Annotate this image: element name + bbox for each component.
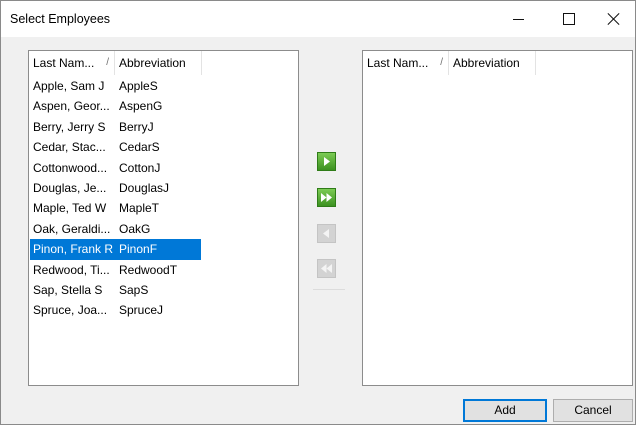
move-all-left-button[interactable] <box>317 259 336 278</box>
cell-last-name: Pinon, Frank R <box>33 242 113 257</box>
list-item[interactable]: Spruce, Joa... SpruceJ <box>29 300 298 320</box>
sort-indicator-icon: / <box>106 57 109 68</box>
move-all-right-button[interactable] <box>317 188 336 207</box>
minimize-icon <box>512 18 524 20</box>
cell-last-name: Oak, Geraldi... <box>33 221 111 236</box>
move-all-right-icon <box>321 193 332 202</box>
column-header-label: Last Nam... <box>367 56 429 70</box>
cell-last-name: Douglas, Je... <box>33 180 107 195</box>
cell-last-name: Aspen, Geor... <box>33 99 110 114</box>
cell-last-name: Spruce, Joa... <box>33 303 108 318</box>
separator <box>313 289 345 290</box>
move-left-button[interactable] <box>317 224 336 243</box>
column-header-label: Abbreviation <box>453 56 520 70</box>
available-employees-list[interactable]: Last Nam... / Abbreviation Apple, Sam JA… <box>28 50 299 386</box>
title-bar[interactable]: Select Employees <box>1 1 635 37</box>
minimize-button[interactable] <box>495 1 541 37</box>
list-header: Last Nam... / Abbreviation <box>363 51 632 76</box>
cell-last-name: Cottonwood... <box>33 160 108 175</box>
list-item[interactable]: Redwood, Ti... RedwoodT <box>29 260 298 280</box>
maximize-button[interactable] <box>546 1 592 37</box>
move-left-icon <box>323 229 329 238</box>
column-header-last-name[interactable]: Last Nam... / <box>29 51 115 75</box>
cell-last-name: Cedar, Stac... <box>33 140 106 155</box>
select-employees-dialog: Select Employees Last Nam... / Abbreviat… <box>0 0 636 425</box>
column-header-abbreviation[interactable]: Abbreviation <box>449 51 536 75</box>
cell-abbreviation: MapleT <box>119 201 160 216</box>
cell-abbreviation: DouglasJ <box>119 180 170 195</box>
cell-abbreviation: PinonF <box>119 242 158 257</box>
window-title: Select Employees <box>10 12 111 26</box>
cancel-button[interactable]: Cancel <box>553 399 633 422</box>
selected-employees-list[interactable]: Last Nam... / Abbreviation <box>362 50 633 386</box>
sort-indicator-icon: / <box>440 57 443 68</box>
list-rows: Apple, Sam J AppleS Aspen, Geor... AspenG Be… <box>29 76 298 321</box>
maximize-icon <box>563 13 575 25</box>
column-header-label: Abbreviation <box>119 56 186 70</box>
column-header-last-name[interactable]: Last Nam... / <box>363 51 449 75</box>
move-all-left-icon <box>321 264 332 273</box>
cell-abbreviation: BerryJ <box>119 119 154 134</box>
list-item[interactable]: Cottonwood... CottonJ <box>29 158 298 178</box>
list-item[interactable]: Berry, Jerry S BerryJ <box>29 117 298 137</box>
list-item[interactable]: Aspen, Geor... AspenG <box>29 96 298 116</box>
list-item[interactable]: Douglas, Je... DouglasJ <box>29 178 298 198</box>
list-item[interactable]: Cedar, Stac... CedarS <box>29 137 298 157</box>
move-right-icon <box>324 157 330 166</box>
list-item[interactable]: Apple, Sam J AppleS <box>29 76 298 96</box>
cell-abbreviation: RedwoodT <box>119 262 178 277</box>
column-header-label: Last Nam... <box>33 56 95 70</box>
move-right-button[interactable] <box>317 152 336 171</box>
list-item[interactable]: Oak, Geraldi... OakG <box>29 219 298 239</box>
cell-abbreviation: CedarS <box>119 140 160 155</box>
cell-last-name: Redwood, Ti... <box>33 262 110 277</box>
cell-abbreviation: OakG <box>119 221 151 236</box>
list-item[interactable]: Pinon, Frank R PinonF <box>29 239 298 260</box>
cell-last-name: Sap, Stella S <box>33 282 103 297</box>
cell-abbreviation: SpruceJ <box>119 303 164 318</box>
column-header-abbreviation[interactable]: Abbreviation <box>115 51 202 75</box>
cell-last-name: Apple, Sam J <box>33 79 105 93</box>
cell-abbreviation: SapS <box>119 282 149 297</box>
cell-last-name: Maple, Ted W <box>33 201 107 216</box>
cell-abbreviation: AppleS <box>119 79 158 93</box>
cell-abbreviation: CottonJ <box>119 160 161 175</box>
list-header: Last Nam... / Abbreviation <box>29 51 298 76</box>
add-button[interactable]: Add <box>463 399 547 422</box>
list-item[interactable]: Maple, Ted W MapleT <box>29 198 298 218</box>
cell-last-name: Berry, Jerry S <box>33 119 106 134</box>
close-icon <box>607 12 621 26</box>
list-item[interactable]: Sap, Stella S SapS <box>29 280 298 300</box>
cell-abbreviation: AspenG <box>119 99 163 114</box>
close-button[interactable] <box>591 1 635 37</box>
